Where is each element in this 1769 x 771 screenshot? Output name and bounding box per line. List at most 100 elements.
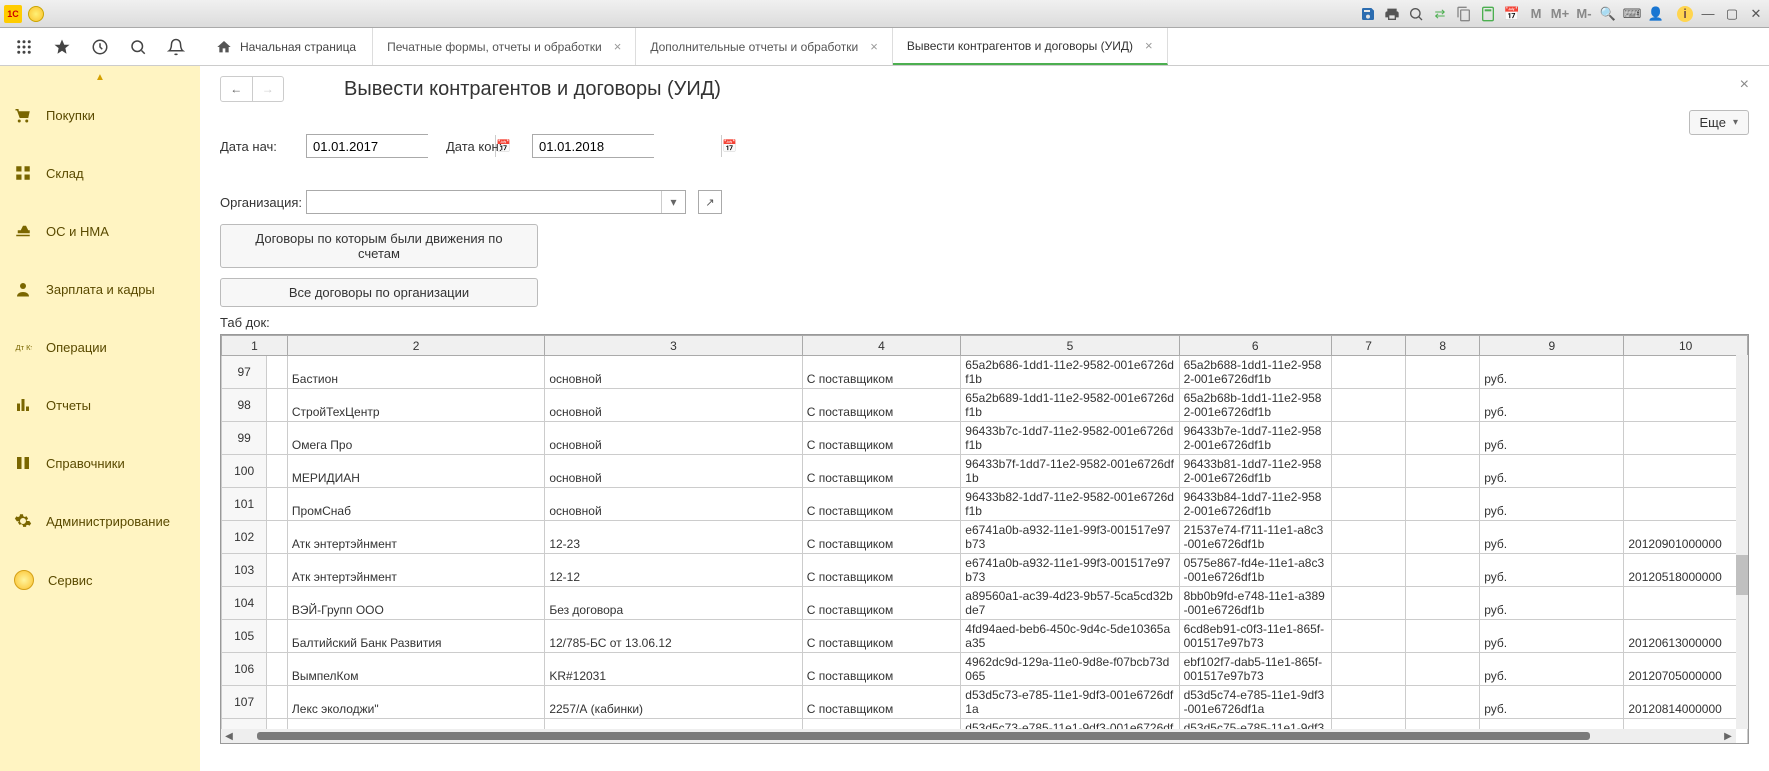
- cell: [1624, 422, 1748, 455]
- nav-back-icon[interactable]: ←: [221, 77, 253, 101]
- close-icon[interactable]: ×: [1145, 38, 1153, 53]
- cell: [1331, 422, 1405, 455]
- cell: [1331, 389, 1405, 422]
- col-header[interactable]: 5: [961, 336, 1179, 356]
- preview-icon[interactable]: [1407, 5, 1425, 23]
- page-title: Вывести контрагентов и договоры (УИД): [344, 78, 721, 101]
- all-contracts-button[interactable]: Все договоры по организации: [220, 278, 538, 307]
- row-number: 102: [222, 521, 267, 554]
- copy-icon[interactable]: [1455, 5, 1473, 23]
- date-to-input[interactable]: [533, 135, 721, 157]
- horizontal-scrollbar[interactable]: ◀ ▶: [221, 729, 1736, 743]
- sidebar-item-purchases[interactable]: Покупки: [0, 86, 200, 144]
- sidebar-item-operations[interactable]: Дт Кт Операции: [0, 318, 200, 376]
- history-icon[interactable]: [90, 37, 110, 57]
- star-icon[interactable]: [52, 37, 72, 57]
- cell: 8bb0b9fd-e748-11e1-a389-001e6726df1b: [1179, 587, 1331, 620]
- minimize-icon[interactable]: —: [1699, 5, 1717, 23]
- cell: [1331, 653, 1405, 686]
- col-header[interactable]: 7: [1331, 336, 1405, 356]
- m-minus-icon[interactable]: M-: [1575, 5, 1593, 23]
- chevron-down-icon[interactable]: ▾: [661, 191, 685, 213]
- date-from-field[interactable]: 📅: [306, 134, 428, 158]
- table-row[interactable]: 105Балтийский Банк Развития12/785-БС от …: [222, 620, 1748, 653]
- more-button[interactable]: Еще: [1689, 110, 1749, 135]
- sidebar-item-os-nma[interactable]: ОС и НМА: [0, 202, 200, 260]
- info-icon[interactable]: i: [1677, 6, 1693, 22]
- date-to-field[interactable]: 📅: [532, 134, 654, 158]
- col-header[interactable]: 9: [1480, 336, 1624, 356]
- sidebar-item-service[interactable]: Сервис: [0, 550, 107, 610]
- compare-icon[interactable]: ⇄: [1431, 5, 1449, 23]
- org-input[interactable]: [307, 191, 661, 213]
- org-open-icon[interactable]: ↗: [698, 190, 722, 214]
- maximize-icon[interactable]: ▢: [1723, 5, 1741, 23]
- table-row[interactable]: 103Атк энтертэйнмент12-12С поставщикомe6…: [222, 554, 1748, 587]
- m-plus-icon[interactable]: M+: [1551, 5, 1569, 23]
- col-header[interactable]: 4: [802, 336, 961, 356]
- bell-icon[interactable]: [166, 37, 186, 57]
- sidebar-item-admin[interactable]: Администрирование: [0, 492, 200, 550]
- sidebar-item-salary[interactable]: Зарплата и кадры: [0, 260, 200, 318]
- col-header[interactable]: 2: [287, 336, 544, 356]
- cell: основной: [545, 422, 802, 455]
- cell: руб.: [1480, 686, 1624, 719]
- table-row[interactable]: 100МЕРИДИАНосновнойС поставщиком96433b7f…: [222, 455, 1748, 488]
- keyboard-icon[interactable]: ⌨: [1623, 5, 1641, 23]
- sidebar: ▲ Покупки Склад ОС и НМА Зарплата и кадр…: [0, 66, 200, 771]
- table-row[interactable]: 107Лекс эколоджи"2257/А (кабинки)С поста…: [222, 686, 1748, 719]
- calendar-icon[interactable]: 📅: [721, 135, 737, 157]
- sidebar-item-catalogs[interactable]: Справочники: [0, 434, 200, 492]
- nav-forward-icon: →: [253, 77, 284, 101]
- sidebar-item-warehouse[interactable]: Склад: [0, 144, 200, 202]
- cell: [1406, 356, 1480, 389]
- scroll-right-icon[interactable]: ▶: [1720, 731, 1736, 742]
- table-row[interactable]: 99Омега ПроосновнойС поставщиком96433b7c…: [222, 422, 1748, 455]
- vertical-scrollbar[interactable]: [1736, 355, 1748, 729]
- table-row[interactable]: 106ВымпелКомKR#12031С поставщиком4962dc9…: [222, 653, 1748, 686]
- sidebar-collapse-icon[interactable]: ▲: [0, 72, 200, 86]
- cell: основной: [545, 488, 802, 521]
- tab-home[interactable]: Начальная страница: [200, 28, 373, 65]
- save-icon[interactable]: [1359, 5, 1377, 23]
- cell: [1331, 686, 1405, 719]
- tabdoc-label: Таб док:: [220, 315, 1749, 330]
- cell: 0575e867-fd4e-11e1-a8c3-001e6726df1b: [1179, 554, 1331, 587]
- org-field[interactable]: ▾: [306, 190, 686, 214]
- cell: 20120518000000: [1624, 554, 1748, 587]
- col-header[interactable]: 10: [1624, 336, 1748, 356]
- table-row[interactable]: 97БастионосновнойС поставщиком65a2b686-1…: [222, 356, 1748, 389]
- apps-icon[interactable]: [14, 37, 34, 57]
- print-icon[interactable]: [1383, 5, 1401, 23]
- cell: [1331, 455, 1405, 488]
- cell: 96433b7c-1dd7-11e2-9582-001e6726df1b: [961, 422, 1179, 455]
- m-icon[interactable]: M: [1527, 5, 1545, 23]
- table-row[interactable]: 104ВЭЙ-Групп ОООБез договораС поставщико…: [222, 587, 1748, 620]
- col-header[interactable]: 3: [545, 336, 802, 356]
- tab-additional-reports[interactable]: Дополнительные отчеты и обработки ×: [636, 28, 892, 65]
- table-row[interactable]: 102Атк энтертэйнмент12-23С поставщикомe6…: [222, 521, 1748, 554]
- sidebar-item-reports[interactable]: Отчеты: [0, 376, 200, 434]
- row-number: 99: [222, 422, 267, 455]
- close-icon[interactable]: ×: [870, 39, 878, 54]
- calculator-icon[interactable]: [1479, 5, 1497, 23]
- col-header[interactable]: 8: [1406, 336, 1480, 356]
- close-page-icon[interactable]: ×: [1740, 76, 1749, 94]
- row-number: 104: [222, 587, 267, 620]
- zoom-in-icon[interactable]: 🔍: [1599, 5, 1617, 23]
- tab-counterparties-contracts[interactable]: Вывести контрагентов и договоры (УИД) ×: [893, 28, 1168, 65]
- table-row[interactable]: 98СтройТехЦентросновнойС поставщиком65a2…: [222, 389, 1748, 422]
- app-logo-icon: 1C: [4, 5, 22, 23]
- close-icon[interactable]: ×: [614, 39, 622, 54]
- calendar-icon[interactable]: 📅: [1503, 5, 1521, 23]
- col-header[interactable]: 1: [222, 336, 288, 356]
- tab-print-forms[interactable]: Печатные формы, отчеты и обработки ×: [373, 28, 636, 65]
- user-icon[interactable]: 👤: [1647, 5, 1665, 23]
- contracts-with-movements-button[interactable]: Договоры по которым были движения по сче…: [220, 224, 538, 268]
- search-icon[interactable]: [128, 37, 148, 57]
- col-header[interactable]: 6: [1179, 336, 1331, 356]
- close-window-icon[interactable]: ✕: [1747, 5, 1765, 23]
- table-row[interactable]: 101ПромСнабосновнойС поставщиком96433b82…: [222, 488, 1748, 521]
- scroll-left-icon[interactable]: ◀: [221, 731, 237, 742]
- cell: основной: [545, 356, 802, 389]
